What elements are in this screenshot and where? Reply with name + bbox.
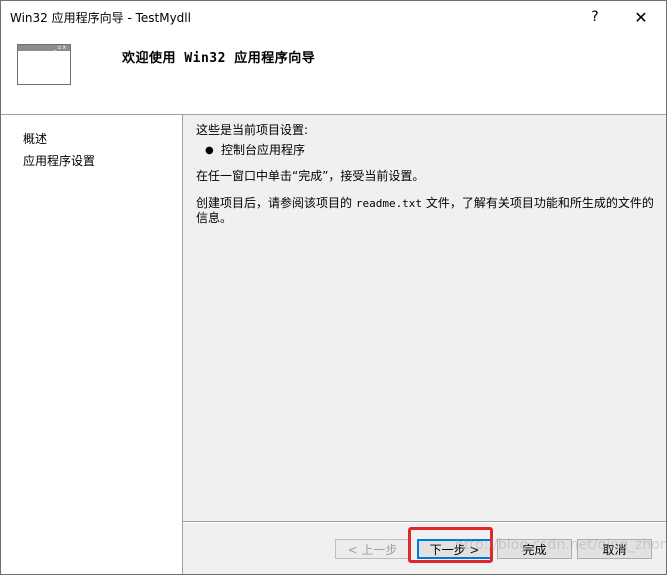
prev-button[interactable]: < 上一步	[335, 539, 410, 559]
readme-text: 创建项目后，请参阅该项目的 readme.txt 文件，了解有关项目功能和所生成…	[196, 196, 656, 226]
setting-bullet-item: ● 控制台应用程序	[196, 143, 656, 158]
wizard-header: _▫x 欢迎使用 Win32 应用程序向导	[1, 33, 666, 115]
finish-hint-text: 在任一窗口中单击“完成”，接受当前设置。	[196, 169, 425, 183]
help-button[interactable]: ?	[575, 5, 615, 29]
next-button[interactable]: 下一步 >	[417, 539, 492, 559]
sidebar-item-overview[interactable]: 概述	[23, 130, 47, 147]
button-divider	[183, 521, 666, 523]
cancel-button[interactable]: 取消	[577, 539, 652, 559]
bullet-icon: ●	[205, 145, 214, 156]
wizard-window-icon: _▫x	[17, 44, 71, 85]
setting-bullet-text: 控制台应用程序	[221, 143, 306, 157]
content-area: 这些是当前项目设置: ● 控制台应用程序 在任一窗口中单击“完成”，接受当前设置…	[196, 123, 656, 226]
intro-text: 这些是当前项目设置:	[196, 123, 309, 137]
header-title: 欢迎使用 Win32 应用程序向导	[122, 51, 316, 66]
wizard-window: Win32 应用程序向导 - TestMydll ? ✕ _▫x 欢迎使用 Wi…	[0, 0, 667, 575]
finish-button[interactable]: 完成	[497, 539, 572, 559]
readme-text-before: 创建项目后，请参阅该项目的	[196, 196, 356, 210]
close-button[interactable]: ✕	[621, 5, 661, 29]
readme-filename: readme.txt	[355, 197, 423, 210]
sidebar: 概述 应用程序设置	[1, 115, 183, 574]
title-bar: Win32 应用程序向导 - TestMydll ? ✕	[1, 1, 666, 33]
sidebar-item-app-settings[interactable]: 应用程序设置	[23, 152, 95, 169]
main-panel: 这些是当前项目设置: ● 控制台应用程序 在任一窗口中单击“完成”，接受当前设置…	[183, 115, 666, 574]
window-title: Win32 应用程序向导 - TestMydll	[10, 11, 191, 25]
